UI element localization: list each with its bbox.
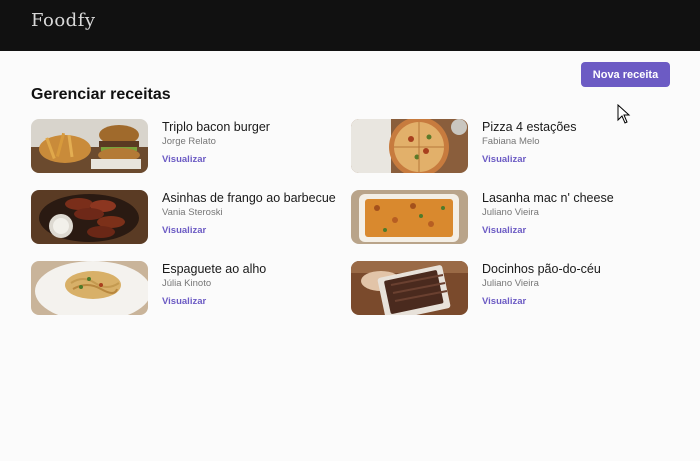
recipe-image <box>31 190 148 244</box>
recipe-card: Asinhas de frango ao barbecue Vania Ster… <box>31 190 351 244</box>
new-recipe-button[interactable]: Nova receita <box>581 62 670 87</box>
recipe-author: Júlia Kinoto <box>162 278 212 289</box>
recipe-title: Asinhas de frango ao barbecue <box>162 191 336 205</box>
view-recipe-link[interactable]: Visualizar <box>482 154 526 165</box>
recipe-card: Docinhos pão-do-céu Juliano Vieira Visua… <box>351 261 671 315</box>
view-recipe-link[interactable]: Visualizar <box>482 225 526 236</box>
recipe-title: Triplo bacon burger <box>162 120 270 134</box>
recipe-image <box>351 119 468 173</box>
recipe-title: Lasanha mac n' cheese <box>482 191 614 205</box>
recipe-title: Espaguete ao alho <box>162 262 267 276</box>
view-recipe-link[interactable]: Visualizar <box>162 296 206 307</box>
view-recipe-link[interactable]: Visualizar <box>482 296 526 307</box>
recipe-image <box>31 261 148 315</box>
logo[interactable]: Foodfy <box>31 10 96 31</box>
recipe-author: Jorge Relato <box>162 136 216 147</box>
mouse-cursor-icon <box>617 103 631 129</box>
top-bar: Foodfy <box>0 0 700 51</box>
page-title: Gerenciar receitas <box>31 86 171 103</box>
view-recipe-link[interactable]: Visualizar <box>162 225 206 236</box>
recipe-card: Triplo bacon burger Jorge Relato Visuali… <box>31 119 351 173</box>
recipe-image <box>31 119 148 173</box>
recipe-author: Juliano Vieira <box>482 207 539 218</box>
view-recipe-link[interactable]: Visualizar <box>162 154 206 165</box>
recipe-image <box>351 190 468 244</box>
recipe-card: Lasanha mac n' cheese Juliano Vieira Vis… <box>351 190 671 244</box>
recipe-author: Fabiana Melo <box>482 136 540 147</box>
recipe-title: Pizza 4 estações <box>482 120 577 134</box>
recipe-image <box>351 261 468 315</box>
recipe-author: Juliano Vieira <box>482 278 539 289</box>
recipe-card: Espaguete ao alho Júlia Kinoto Visualiza… <box>31 261 351 315</box>
recipe-author: Vania Steroski <box>162 207 223 218</box>
recipe-title: Docinhos pão-do-céu <box>482 262 601 276</box>
